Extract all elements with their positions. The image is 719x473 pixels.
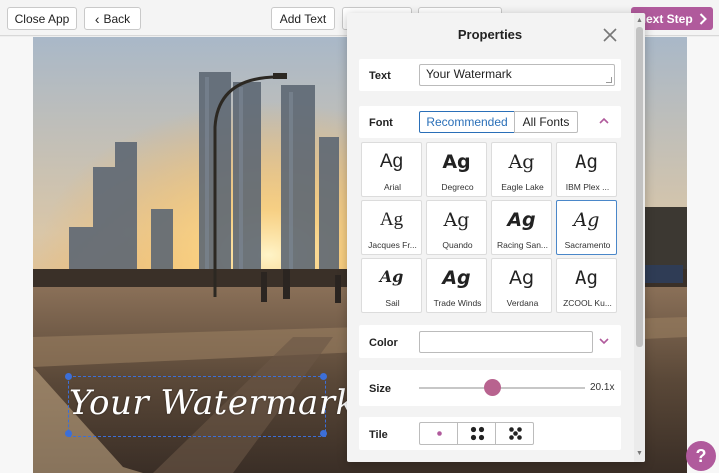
color-field[interactable] <box>419 331 593 353</box>
scroll-down-icon[interactable]: ▼ <box>636 450 643 457</box>
tile-label: Tile <box>369 429 388 441</box>
watermark-text[interactable]: Your Watermark <box>69 383 356 423</box>
font-name: Sacramento <box>564 240 611 250</box>
four-dots-icon <box>470 426 485 441</box>
resize-grip-icon[interactable] <box>606 77 612 83</box>
watermark-text-value: Your Watermark <box>426 67 512 81</box>
font-name: Verdana <box>506 298 539 308</box>
tile-section: Tile <box>359 417 621 450</box>
back-button[interactable]: ‹ Back <box>84 7 141 30</box>
size-value: 20.1x <box>590 382 615 393</box>
font-sample: Ag <box>379 151 404 172</box>
resize-handle-bottom-left[interactable] <box>65 430 72 437</box>
font-section: Font Recommended All Fonts <box>359 106 621 138</box>
font-tile-quando[interactable]: Ag Quando <box>426 200 487 255</box>
font-name: ZCOOL Ku... <box>563 298 612 308</box>
font-tile-sacramento[interactable]: Ag Sacramento <box>556 200 617 255</box>
size-slider-knob[interactable] <box>483 379 501 396</box>
scrollbar-thumb[interactable] <box>636 27 643 347</box>
font-sample: Ag <box>508 267 535 289</box>
panel-title: Properties <box>457 27 523 42</box>
panel-scrollbar[interactable]: ▲ ▼ <box>634 13 645 462</box>
font-tile-eagle-lake[interactable]: Ag Eagle Lake <box>491 142 552 197</box>
font-name: IBM Plex ... <box>565 182 610 192</box>
tile-option-four[interactable] <box>457 422 496 445</box>
font-sample: Ag <box>507 209 536 231</box>
tab-recommended[interactable]: Recommended <box>419 111 515 133</box>
watermark-selection-box[interactable]: Your Watermark <box>65 373 356 437</box>
properties-panel: Properties ▲ ▼ Text Your Watermark Font … <box>347 13 645 462</box>
font-tile-sail[interactable]: Ag Sail <box>361 258 422 313</box>
font-name: Quando <box>442 240 473 250</box>
font-name: Eagle Lake <box>501 182 544 192</box>
tile-option-single[interactable] <box>419 422 458 445</box>
single-dot-icon <box>437 431 442 436</box>
resize-handle-top-right[interactable] <box>320 373 327 380</box>
tile-option-five[interactable] <box>495 422 534 445</box>
chevron-left-icon: ‹ <box>94 10 100 27</box>
chevron-right-icon <box>699 12 707 25</box>
font-tile-zcool-kuaile[interactable]: Ag ZCOOL Ku... <box>556 258 617 313</box>
next-step-label: Next Step <box>637 11 693 26</box>
help-button[interactable]: ? <box>686 441 716 471</box>
resize-handle-bottom-right[interactable] <box>320 430 327 437</box>
add-text-label: Add Text <box>279 11 327 26</box>
add-text-button[interactable]: Add Text <box>271 7 335 30</box>
font-sample: Ag <box>575 267 598 289</box>
color-label: Color <box>369 337 398 349</box>
font-tile-jacques-francois[interactable]: Ag Jacques Fr... <box>361 200 422 255</box>
font-sample: Ag <box>442 151 471 173</box>
text-section: Text Your Watermark <box>359 59 621 91</box>
font-sample: Ag <box>379 267 404 286</box>
font-tile-degreco[interactable]: Ag Degreco <box>426 142 487 197</box>
chevron-up-icon[interactable] <box>598 116 610 126</box>
five-dots-icon <box>509 427 522 440</box>
font-tile-trade-winds[interactable]: Ag Trade Winds <box>426 258 487 313</box>
size-label: Size <box>369 383 392 395</box>
font-sample: Ag <box>575 151 598 173</box>
font-label: Font <box>369 117 393 129</box>
font-name: Racing San... <box>496 240 549 250</box>
resize-handle-top-left[interactable] <box>65 373 72 380</box>
color-section: Color <box>359 325 621 358</box>
watermark-text-field[interactable]: Your Watermark <box>419 64 615 86</box>
font-sample: Ag <box>379 209 404 230</box>
font-tile-arial[interactable]: Ag Arial <box>361 142 422 197</box>
close-app-label: Close App <box>14 11 70 26</box>
close-icon[interactable] <box>602 27 618 43</box>
font-sample: Ag <box>443 209 470 231</box>
chevron-down-icon[interactable] <box>599 337 609 345</box>
font-name: Sail <box>385 298 400 308</box>
font-sample: Ag <box>573 209 600 231</box>
font-tile-ibm-plex[interactable]: Ag IBM Plex ... <box>556 142 617 197</box>
size-slider-track[interactable] <box>419 387 585 389</box>
font-tile-verdana[interactable]: Ag Verdana <box>491 258 552 313</box>
font-name: Jacques Fr... <box>368 240 417 250</box>
help-icon: ? <box>695 445 707 466</box>
close-app-button[interactable]: Close App <box>7 7 77 30</box>
font-name: Trade Winds <box>433 298 482 308</box>
text-label: Text <box>369 70 391 82</box>
tab-recommended-label: Recommended <box>426 115 508 129</box>
font-sample: Ag <box>508 151 535 173</box>
back-label: Back <box>103 11 131 26</box>
scroll-up-icon[interactable]: ▲ <box>636 17 643 24</box>
font-name: Degreco <box>441 182 474 192</box>
font-name: Arial <box>383 182 401 192</box>
font-tile-racing-sans[interactable]: Ag Racing San... <box>491 200 552 255</box>
tab-all-fonts-label: All Fonts <box>522 115 570 129</box>
font-sample: Ag <box>442 267 471 289</box>
size-section: Size 20.1x <box>359 370 621 406</box>
tab-all-fonts[interactable]: All Fonts <box>514 111 578 133</box>
